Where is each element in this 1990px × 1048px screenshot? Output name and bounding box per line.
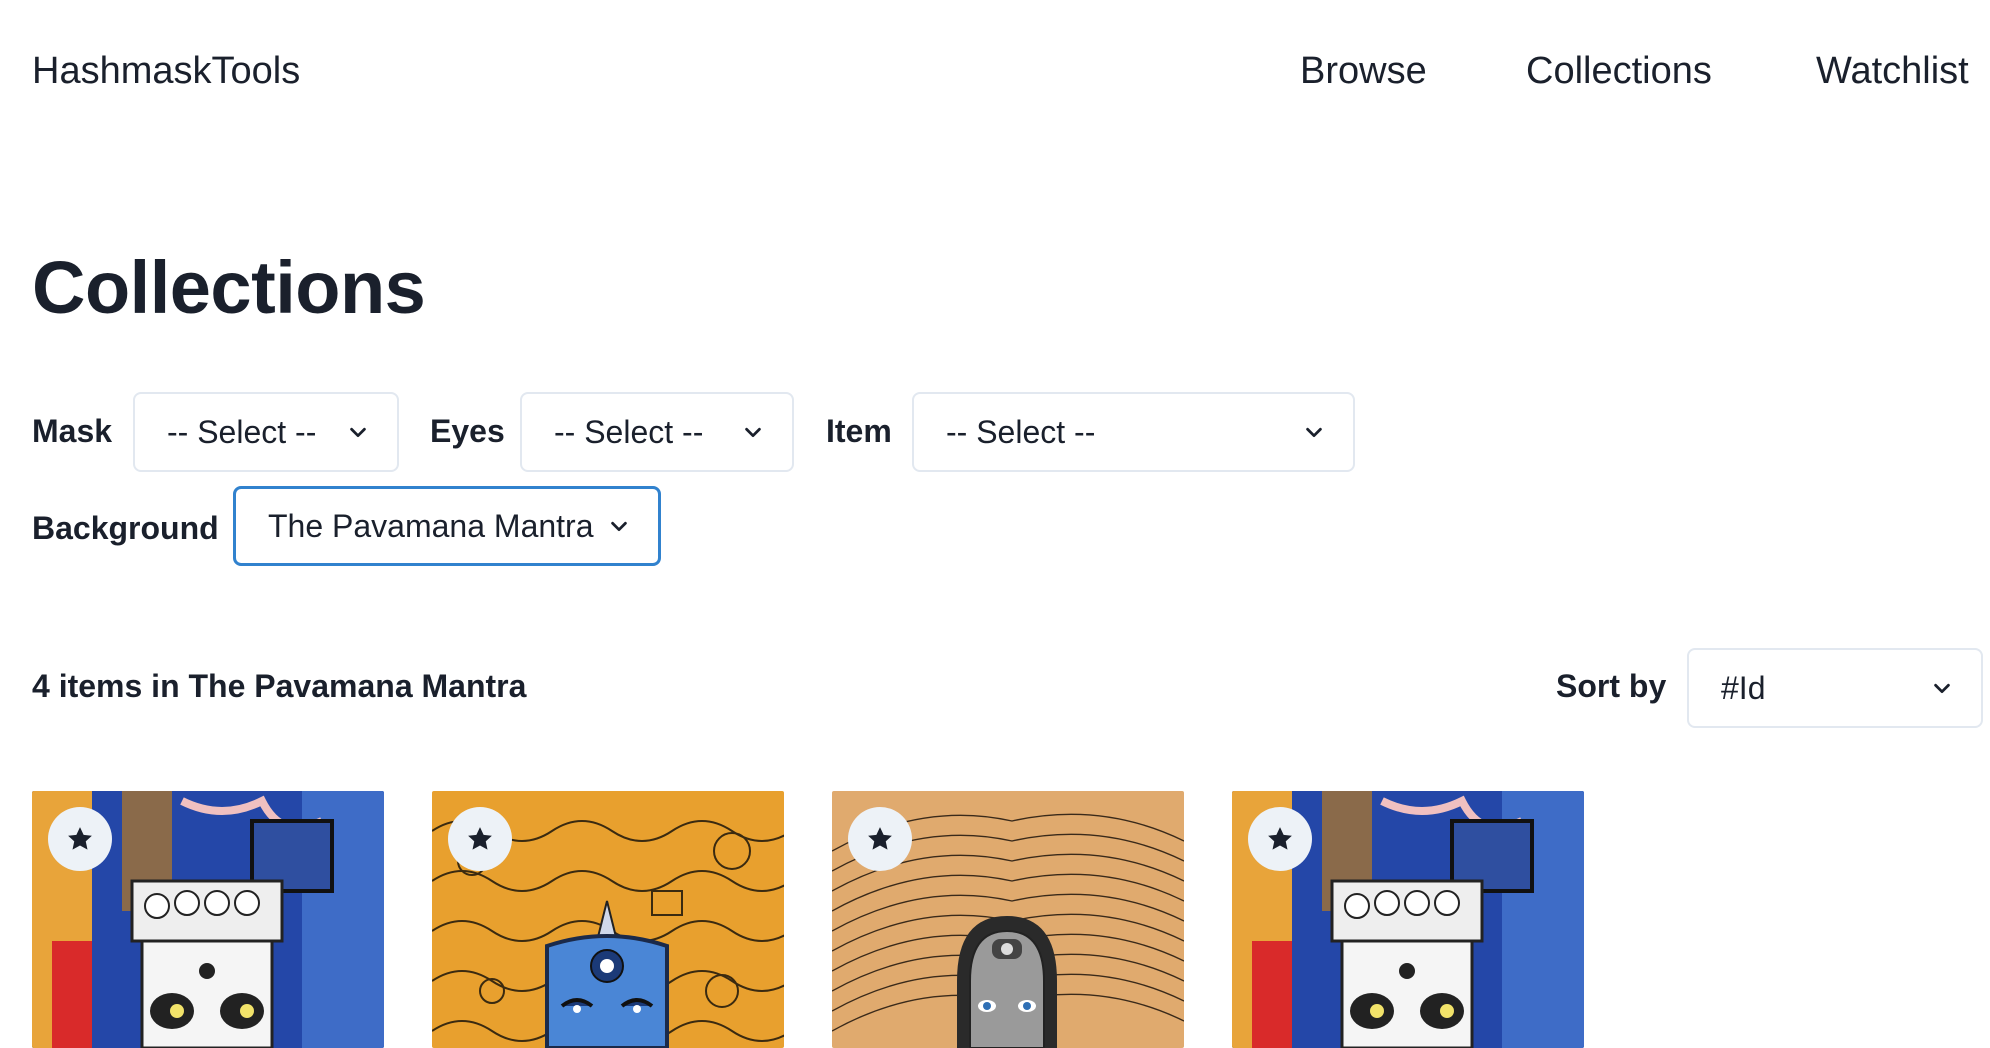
sort-select-value: #Id [1721,669,1766,706]
nav-browse[interactable]: Browse [1300,50,1427,93]
watchlist-star-button[interactable] [1248,807,1312,871]
brand-logo[interactable]: HashmaskTools [32,50,300,93]
sort-label: Sort by [1556,668,1667,704]
hashmask-card[interactable] [832,791,1184,1048]
nav-collections[interactable]: Collections [1526,50,1712,93]
eyes-select-value: -- Select -- [554,413,704,450]
nav-watchlist[interactable]: Watchlist [1816,50,1969,93]
background-select-value: The Pavamana Mantra [268,507,594,544]
watchlist-star-button[interactable] [48,807,112,871]
item-select[interactable]: -- Select -- [912,392,1355,472]
chevron-down-icon [745,427,761,438]
watchlist-star-button[interactable] [448,807,512,871]
item-select-value: -- Select -- [946,413,1096,450]
hashmask-card[interactable] [432,791,784,1048]
eyes-filter-label: Eyes [430,413,505,449]
star-icon [68,827,92,850]
chevron-down-icon [350,427,366,438]
chevron-down-icon [1306,427,1322,438]
background-select[interactable]: The Pavamana Mantra [233,486,661,566]
mask-filter-label: Mask [32,413,113,449]
mask-select-value: -- Select -- [167,413,317,450]
results-summary: 4 items in The Pavamana Mantra [32,668,527,704]
chevron-down-icon [1934,683,1950,694]
mask-select[interactable]: -- Select -- [133,392,399,472]
chevron-down-icon [611,521,627,532]
sort-select[interactable]: #Id [1687,648,1983,728]
star-icon [1268,827,1292,850]
item-filter-label: Item [826,413,892,449]
hashmask-card[interactable] [1232,791,1584,1048]
star-icon [468,827,492,850]
background-filter-label: Background [32,510,219,546]
eyes-select[interactable]: -- Select -- [520,392,794,472]
watchlist-star-button[interactable] [848,807,912,871]
star-icon [868,827,892,850]
hashmask-card[interactable] [32,791,384,1048]
page-title: Collections [32,246,426,329]
